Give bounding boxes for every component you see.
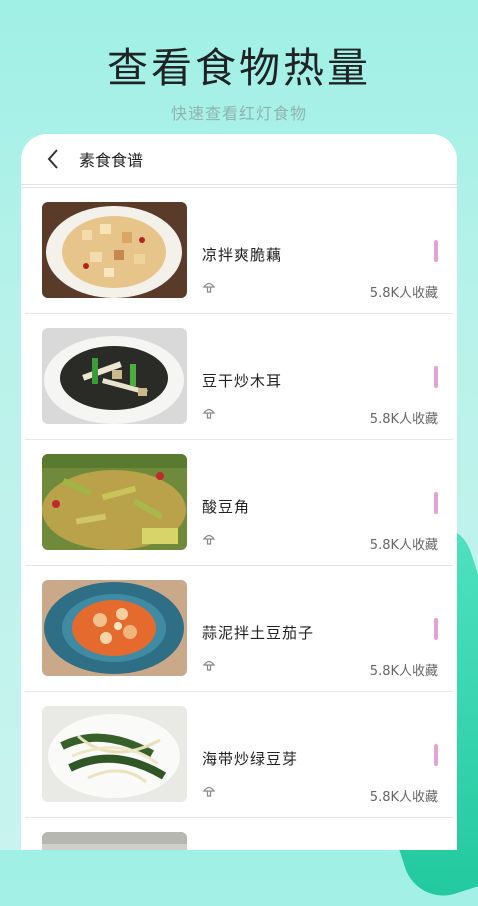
recipe-thumbnail	[42, 832, 187, 850]
recipe-thumbnail	[42, 328, 187, 424]
accent-marker	[434, 366, 438, 388]
accent-marker	[434, 618, 438, 640]
recipe-name: 豆干炒木耳	[202, 372, 283, 390]
accent-marker	[434, 240, 438, 262]
favorite-count: 5.8K人收藏	[369, 412, 438, 427]
recipe-name: 蒜泥拌土豆茄子	[202, 624, 315, 642]
list-item[interactable]: 海带炒绿豆芽 5.8K人收藏	[25, 692, 453, 818]
mushroom-icon	[202, 282, 216, 293]
list-item[interactable]: 凉拌爽脆藕 5.8K人收藏	[25, 188, 453, 314]
recipe-thumbnail	[42, 580, 187, 676]
mushroom-icon	[202, 408, 216, 419]
page-headline: 查看食物热量	[107, 44, 371, 92]
mushroom-icon	[202, 660, 216, 671]
list-item[interactable]	[25, 818, 453, 850]
recipe-thumbnail	[42, 454, 187, 550]
nav-bar: 素食食谱	[21, 134, 457, 188]
phone-screen: 素食食谱 凉拌爽脆藕 5.8K人收藏 豆干炒木耳 5.8K人收藏 酸豆角 5.8…	[21, 134, 457, 850]
list-item[interactable]: 酸豆角 5.8K人收藏	[25, 440, 453, 566]
mushroom-icon	[202, 786, 216, 797]
accent-marker	[434, 492, 438, 514]
accent-marker	[434, 744, 438, 766]
nav-title: 素食食谱	[79, 151, 144, 170]
recipe-thumbnail	[42, 706, 187, 802]
page-subheadline: 快速查看红灯食物	[170, 104, 307, 123]
favorite-count: 5.8K人收藏	[369, 790, 438, 805]
list-item[interactable]: 豆干炒木耳 5.8K人收藏	[25, 314, 453, 440]
list-item[interactable]: 蒜泥拌土豆茄子 5.8K人收藏	[25, 566, 453, 692]
favorite-count: 5.8K人收藏	[369, 286, 438, 301]
mushroom-icon	[202, 534, 216, 545]
favorite-count: 5.8K人收藏	[369, 664, 438, 679]
favorite-count: 5.8K人收藏	[369, 538, 438, 553]
recipe-name: 凉拌爽脆藕	[202, 246, 283, 264]
recipe-thumbnail	[42, 202, 187, 298]
recipe-name: 海带炒绿豆芽	[202, 750, 299, 768]
chevron-left-icon	[47, 149, 58, 169]
back-button[interactable]	[33, 139, 73, 179]
recipe-list: 凉拌爽脆藕 5.8K人收藏 豆干炒木耳 5.8K人收藏 酸豆角 5.8K人收藏 …	[21, 188, 457, 850]
recipe-name: 酸豆角	[202, 498, 251, 516]
